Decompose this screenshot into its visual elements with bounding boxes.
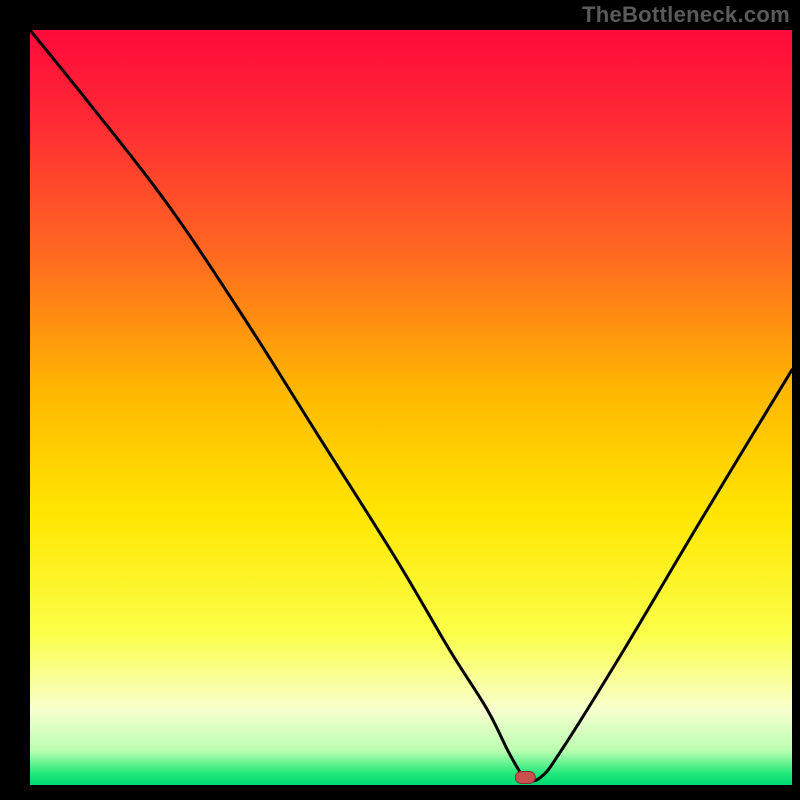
watermark-label: TheBottleneck.com bbox=[582, 2, 790, 28]
optimal-marker bbox=[515, 771, 535, 783]
chart-root: TheBottleneck.com bbox=[0, 0, 800, 800]
plot-background bbox=[30, 30, 792, 785]
bottleneck-chart bbox=[0, 0, 800, 800]
